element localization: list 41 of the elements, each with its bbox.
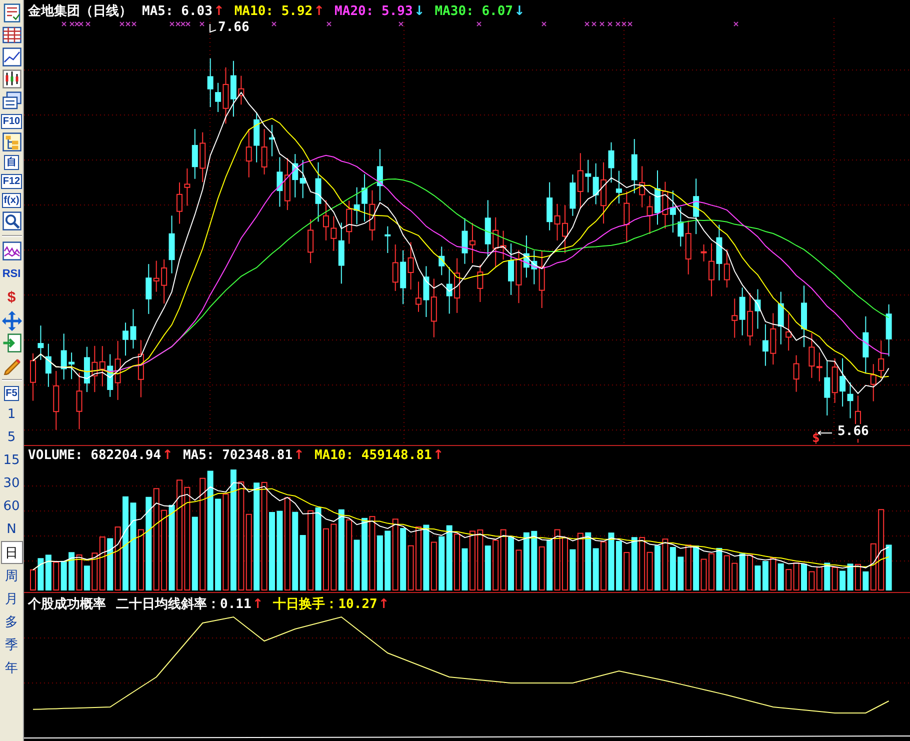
indicator-value: MA30: 6.07 — [434, 4, 514, 18]
trend-arrow: ↑ — [432, 448, 444, 463]
indicator-value: MA10: 5.92 — [234, 4, 313, 18]
period-button[interactable]: 15 — [0, 449, 22, 472]
toolbar-button[interactable]: F10 — [0, 114, 22, 129]
indicator-value: 二十日均线斜率：0.11 — [116, 596, 252, 613]
trend-arrow: ↓ — [514, 4, 525, 18]
period-button[interactable]: 60 — [0, 495, 22, 518]
trend-arrow: ↑ — [162, 448, 173, 463]
period-button[interactable]: 30 — [0, 472, 22, 495]
toolbar-button[interactable]: F12 — [0, 174, 22, 189]
period-button[interactable]: 年 — [0, 656, 22, 679]
period-button[interactable]: 周 — [0, 564, 22, 587]
indicator-value: MA5: 702348.81 — [182, 448, 293, 463]
period-button[interactable]: 月 — [0, 587, 22, 610]
trend-arrow: ↓ — [414, 4, 425, 18]
low-price-label: 5.66 — [838, 424, 869, 439]
period-button[interactable]: 日 — [0, 541, 22, 564]
trend-arrow: ↑ — [213, 4, 224, 18]
trend-arrow: ↑ — [378, 596, 390, 612]
period-button[interactable]: 1 — [0, 403, 22, 426]
toolbar-button[interactable]: 自 — [4, 155, 19, 170]
period-button[interactable]: 多 — [0, 610, 22, 633]
trend-arrow: ↑ — [252, 596, 264, 612]
trend-arrow: ↑ — [294, 448, 304, 463]
indicator-value: VOLUME: 682204.94 — [28, 448, 162, 463]
trend-arrow: ↑ — [314, 4, 325, 18]
indicator-value: MA5: 6.03 — [142, 4, 212, 18]
toolbar-button[interactable]: f(x) — [2, 193, 22, 208]
toolbar-button[interactable]: F5 — [4, 386, 20, 401]
indicator-value: MA10: 459148.81 — [314, 448, 432, 463]
indicator-title: 个股成功概率 — [28, 596, 106, 613]
toolbar-button[interactable]: RSI — [1, 264, 22, 284]
period-button[interactable]: N — [0, 518, 22, 541]
period-button[interactable]: 季 — [0, 633, 22, 656]
signal-mark: $ — [812, 431, 820, 445]
indicator-value: 十日换手：10.27 — [273, 596, 378, 613]
period-button[interactable]: 5 — [0, 426, 22, 449]
indicator-value: MA20: 5.93 — [334, 4, 413, 18]
stock-title: 金地集团（日线） — [28, 3, 132, 20]
toolbar-button[interactable]: $ — [6, 288, 17, 308]
